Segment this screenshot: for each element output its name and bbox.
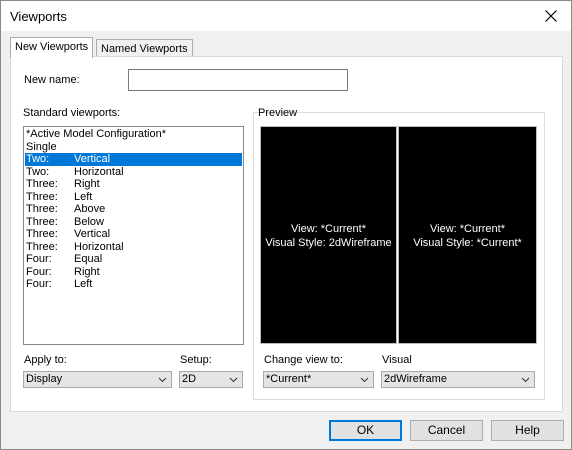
apply-to-label: Apply to:: [24, 354, 67, 366]
list-item[interactable]: *Active Model Configuration*: [25, 128, 242, 141]
standard-viewports-list[interactable]: *Active Model Configuration* Single Two:…: [23, 126, 244, 345]
chevron-down-icon: [229, 377, 238, 383]
setup-value: 2D: [182, 373, 197, 385]
tab-new-viewports[interactable]: New Viewports: [10, 37, 94, 58]
chevron-down-icon: [360, 377, 369, 383]
tab-label: New Viewports: [15, 41, 89, 53]
list-item[interactable]: Four: Left: [25, 278, 242, 291]
preview-right-style: Visual Style: *Current*: [413, 237, 522, 249]
standard-viewports-label: Standard viewports:: [23, 107, 121, 119]
setup-select[interactable]: 2D: [179, 371, 243, 388]
chevron-down-icon: [521, 377, 530, 383]
close-icon: [545, 10, 557, 22]
chevron-down-icon: [158, 377, 167, 383]
title-bar[interactable]: Viewports: [1, 1, 571, 31]
viewports-dialog: Viewports New Viewports Named Viewports …: [0, 0, 572, 450]
list-item[interactable]: Four: Right: [25, 266, 242, 279]
tab-label: Named Viewports: [101, 43, 188, 55]
change-view-value: *Current*: [266, 373, 312, 385]
list-item[interactable]: Three: Right: [25, 178, 242, 191]
visual-label: Visual: [382, 354, 412, 366]
close-button[interactable]: [539, 4, 563, 28]
preview-viewport-left[interactable]: View: *Current* Visual Style: 2dWirefram…: [260, 126, 397, 344]
preview-left-style: Visual Style: 2dWireframe: [265, 237, 392, 249]
list-item[interactable]: Three: Above: [25, 203, 242, 216]
visual-select[interactable]: 2dWireframe: [381, 371, 535, 388]
new-name-input[interactable]: [128, 69, 348, 91]
list-item[interactable]: Three: Vertical: [25, 228, 242, 241]
window-title: Viewports: [10, 9, 67, 24]
list-item[interactable]: Three: Left: [25, 191, 242, 204]
apply-to-select[interactable]: Display: [23, 371, 172, 388]
list-item[interactable]: Four: Equal: [25, 253, 242, 266]
preview-label: Preview: [258, 107, 298, 119]
new-name-label: New name:: [24, 74, 80, 86]
list-item-selected[interactable]: Two: Vertical: [25, 153, 242, 166]
help-button[interactable]: Help: [491, 420, 564, 441]
preview-left-view: View: *Current*: [291, 223, 366, 235]
cancel-button[interactable]: Cancel: [410, 420, 483, 441]
list-item[interactable]: Single: [25, 141, 242, 154]
change-view-label: Change view to:: [264, 354, 343, 366]
preview-right-view: View: *Current*: [430, 223, 505, 235]
preview-viewport-right[interactable]: View: *Current* Visual Style: *Current*: [398, 126, 537, 344]
setup-label: Setup:: [180, 354, 212, 366]
apply-to-value: Display: [26, 373, 63, 385]
list-item[interactable]: Three: Horizontal: [25, 241, 242, 254]
ok-button[interactable]: OK: [329, 420, 402, 441]
visual-value: 2dWireframe: [384, 373, 447, 385]
list-item[interactable]: Two: Horizontal: [25, 166, 242, 179]
list-item[interactable]: Three: Below: [25, 216, 242, 229]
change-view-select[interactable]: *Current*: [263, 371, 374, 388]
